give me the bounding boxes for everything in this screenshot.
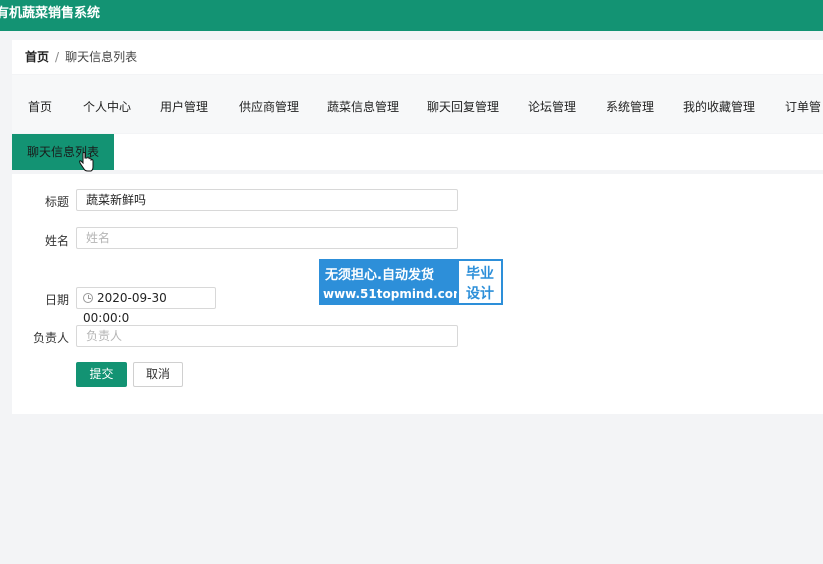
breadcrumb-current: 聊天信息列表 [65,50,138,64]
breadcrumb-home[interactable]: 首页 [25,50,49,64]
date-picker[interactable]: 2020-09-30 00:00:0 [76,287,216,325]
tab-strip: 聊天信息列表 [12,134,823,172]
date-label: 日期 [44,293,69,307]
submit-button[interactable]: 提交 [76,362,127,387]
title-input[interactable]: 蔬菜新鲜吗 [76,189,458,211]
date-value: 2020-09-30 00:00:0 [83,291,167,325]
nav-item-vegetables[interactable]: 蔬菜信息管理 [327,98,399,115]
nav-item-forum[interactable]: 论坛管理 [528,98,576,115]
breadcrumb-separator: / [55,50,60,64]
person-input[interactable]: 负责人 [76,325,458,347]
tab-chat-list[interactable]: 聊天信息列表 [12,134,114,170]
watermark-right1: 毕业 [466,266,494,282]
watermark-right2: 设计 [466,286,494,302]
nav-item-profile[interactable]: 个人中心 [83,98,131,115]
nav-item-orders[interactable]: 订单管 [785,98,821,115]
name-input[interactable]: 姓名 [76,227,458,249]
breadcrumb: 首页 / 聊天信息列表 [12,40,823,74]
nav-item-system[interactable]: 系统管理 [606,98,654,115]
watermark-badge: 无须担心.自动发货 www.51topmind.com 毕业 设计 [319,259,503,305]
watermark-right: 毕业 设计 [457,259,503,305]
app-title: 有机蔬菜销售系统 [0,6,101,21]
nav-item-users[interactable]: 用户管理 [160,98,208,115]
watermark-left: 无须担心.自动发货 www.51topmind.com [319,259,466,305]
name-label: 姓名 [44,234,69,248]
watermark-line1: 无须担心.自动发货 [325,268,434,283]
watermark-line2: www.51topmind.com [323,287,466,301]
person-label: 负责人 [32,331,69,345]
cancel-button[interactable]: 取消 [133,362,183,387]
hand-cursor-icon [79,152,94,172]
title-label: 标题 [44,195,69,209]
clock-icon [83,293,93,303]
nav-item-suppliers[interactable]: 供应商管理 [239,98,299,115]
top-nav: 首页 个人中心 用户管理 供应商管理 蔬菜信息管理 聊天回复管理 论坛管理 系统… [12,75,823,133]
nav-item-favorites[interactable]: 我的收藏管理 [683,98,755,115]
nav-item-home[interactable]: 首页 [28,98,52,115]
nav-item-chat-replies[interactable]: 聊天回复管理 [427,98,499,115]
app-header: 有机蔬菜销售系统 [0,0,823,31]
